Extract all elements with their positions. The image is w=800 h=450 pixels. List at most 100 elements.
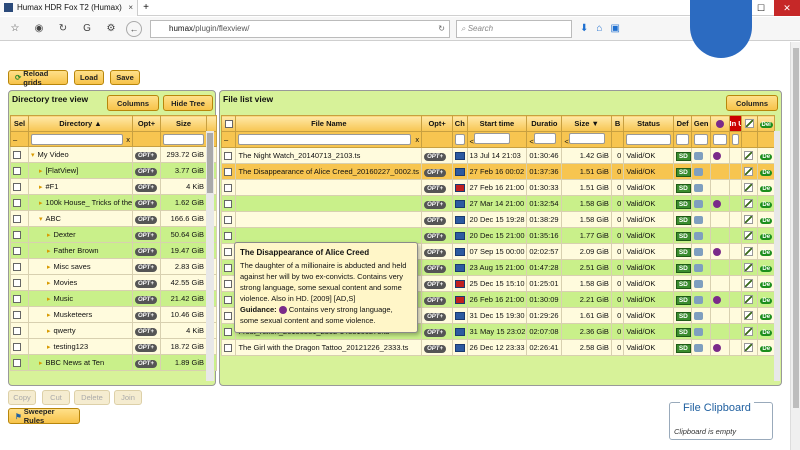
delete-cell[interactable]: De — [757, 307, 775, 324]
url-bar[interactable]: humax/plugin/flexview/ ↻ — [150, 19, 450, 38]
col-link[interactable] — [740, 115, 759, 132]
cut-button[interactable]: Cut — [42, 390, 70, 405]
col-opt[interactable]: Opt+ — [132, 115, 161, 132]
link-cell[interactable] — [740, 147, 759, 164]
link-cell[interactable] — [740, 195, 759, 212]
col-sel[interactable]: Sel — [10, 115, 29, 132]
window-close-icon[interactable]: ✕ — [774, 0, 800, 16]
duration-filter-input[interactable] — [533, 133, 556, 144]
status-filter-input[interactable] — [626, 134, 671, 145]
directory-name-cell[interactable]: ▸ Misc saves — [28, 258, 133, 275]
opt-cell[interactable]: OPT+ — [421, 211, 454, 228]
col-channel[interactable]: Ch — [452, 115, 468, 132]
directory-name-cell[interactable]: ▸ Father Brown — [28, 242, 133, 259]
delete-cell[interactable]: De — [757, 275, 775, 292]
filename-cell[interactable] — [235, 179, 423, 196]
directory-row[interactable]: ▸ Music OPT+ 21.42 GiB — [10, 290, 217, 307]
row-select[interactable] — [220, 163, 237, 180]
link-cell[interactable] — [740, 291, 759, 308]
opt-cell[interactable]: OPT+ — [132, 146, 161, 163]
file-row[interactable]: The Girl with the Dragon Tattoo_20121226… — [220, 339, 775, 356]
load-button[interactable]: Load — [74, 70, 104, 85]
opt-cell[interactable]: OPT+ — [132, 258, 161, 275]
opt-cell[interactable]: OPT+ — [421, 179, 454, 196]
delete-cell[interactable]: De — [757, 243, 775, 260]
opt-cell[interactable]: OPT+ — [421, 275, 454, 292]
delete-cell[interactable]: De — [757, 163, 775, 180]
directory-row[interactable]: ▸ testing123 OPT+ 18.72 GiB — [10, 338, 217, 355]
col-filename[interactable]: File Name — [235, 115, 423, 132]
directory-row[interactable]: ▸ Musketeers OPT+ 10.46 GiB — [10, 306, 217, 323]
directory-row[interactable]: ▾ ABC OPT+ 166.6 GiB — [10, 210, 217, 227]
directory-name-cell[interactable]: ▾ My Video — [28, 146, 133, 163]
directory-row[interactable]: ▸ Misc saves OPT+ 2.83 GiB — [10, 258, 217, 275]
dir-scrollbar[interactable] — [206, 131, 214, 381]
new-tab-button[interactable]: + — [138, 2, 154, 13]
join-button[interactable]: Join — [114, 390, 142, 405]
in-use-filter-select[interactable] — [731, 134, 739, 145]
file-row[interactable]: OPT+ 27 Mar 14 21:00 01:32:54 1.58 GiB 0 Vali… — [220, 195, 775, 212]
back-icon[interactable]: ← — [126, 20, 142, 37]
row-select[interactable] — [10, 194, 29, 211]
start-filter-input[interactable] — [473, 133, 510, 144]
row-select[interactable] — [10, 306, 29, 323]
row-select[interactable] — [10, 226, 29, 243]
filename-cell[interactable] — [235, 195, 423, 212]
directory-name-cell[interactable]: ▸ BBC News at Ten — [28, 354, 133, 371]
file-row[interactable]: OPT+ 27 Feb 16 21:00 01:30:33 1.51 GiB 0 Vali… — [220, 179, 775, 196]
col-gen[interactable]: Gen — [691, 115, 711, 132]
directory-name-cell[interactable]: ▸ Music — [28, 290, 133, 307]
link-cell[interactable] — [740, 179, 759, 196]
opt-cell[interactable]: OPT+ — [421, 227, 454, 244]
opt-cell[interactable]: OPT+ — [421, 291, 454, 308]
opt-cell[interactable]: OPT+ — [132, 338, 161, 355]
directory-name-cell[interactable]: ▸ testing123 — [28, 338, 133, 355]
g-icon[interactable]: G — [78, 20, 96, 38]
delete-cell[interactable]: De — [757, 179, 775, 196]
directory-name-cell[interactable]: ▸ Dexter — [28, 226, 133, 243]
directory-row[interactable]: ▸ Movies OPT+ 42.55 GiB — [10, 274, 217, 291]
filename-filter-input[interactable] — [238, 134, 412, 145]
col-del[interactable]: Del — [757, 115, 775, 132]
dir-scroll-thumb[interactable] — [207, 133, 213, 193]
clear-filter-icon[interactable]: x — [126, 135, 130, 144]
directory-row[interactable]: ▸ 100k House_ Tricks of the OPT+ 1.62 GiB — [10, 194, 217, 211]
opt-cell[interactable]: OPT+ — [421, 323, 454, 340]
dir-columns-button[interactable]: Columns — [107, 95, 159, 111]
link-cell[interactable] — [740, 163, 759, 180]
size-filter-input[interactable] — [568, 133, 605, 144]
col-b[interactable]: B — [610, 115, 625, 132]
gen-filter-input[interactable] — [694, 134, 708, 145]
page-scrollbar[interactable] — [790, 42, 800, 450]
row-select[interactable] — [10, 146, 29, 163]
opt-cell[interactable]: OPT+ — [421, 243, 454, 260]
refresh-addon-icon[interactable]: ↻ — [54, 20, 72, 38]
col-extra[interactable] — [206, 115, 217, 132]
size-filter-input[interactable] — [163, 133, 204, 145]
directory-name-cell[interactable]: ▸ [FlatView] — [28, 162, 133, 179]
row-select[interactable] — [10, 290, 29, 307]
opt-cell[interactable]: OPT+ — [421, 195, 454, 212]
close-tab-icon[interactable]: × — [128, 3, 133, 12]
clear-filter-icon[interactable]: x — [415, 135, 419, 144]
row-select[interactable] — [220, 179, 237, 196]
filename-cell[interactable]: The Night Watch_20140713_2103.ts — [235, 147, 423, 164]
row-select[interactable] — [10, 338, 29, 355]
opt-cell[interactable]: OPT+ — [132, 210, 161, 227]
opt-cell[interactable]: OPT+ — [132, 322, 161, 339]
def-filter-input[interactable] — [675, 134, 690, 145]
col-def[interactable]: Def — [672, 115, 693, 132]
col-in-use[interactable]: In Use — [728, 115, 742, 132]
row-select[interactable] — [220, 211, 237, 228]
row-select[interactable] — [10, 210, 29, 227]
link-cell[interactable] — [740, 211, 759, 228]
opt-cell[interactable]: OPT+ — [132, 178, 161, 195]
save-button[interactable]: Save — [110, 70, 140, 85]
opt-cell[interactable]: OPT+ — [421, 339, 454, 356]
reload-grids-button[interactable]: ⟳ Reload grids — [8, 69, 68, 87]
opt-cell[interactable]: OPT+ — [132, 194, 161, 211]
directory-name-cell[interactable]: ▸ Movies — [28, 274, 133, 291]
opt-cell[interactable]: OPT+ — [421, 163, 454, 180]
col-directory[interactable]: Directory ▲ — [28, 115, 133, 132]
directory-row[interactable]: ▸ #F1 OPT+ 4 KiB — [10, 178, 217, 195]
